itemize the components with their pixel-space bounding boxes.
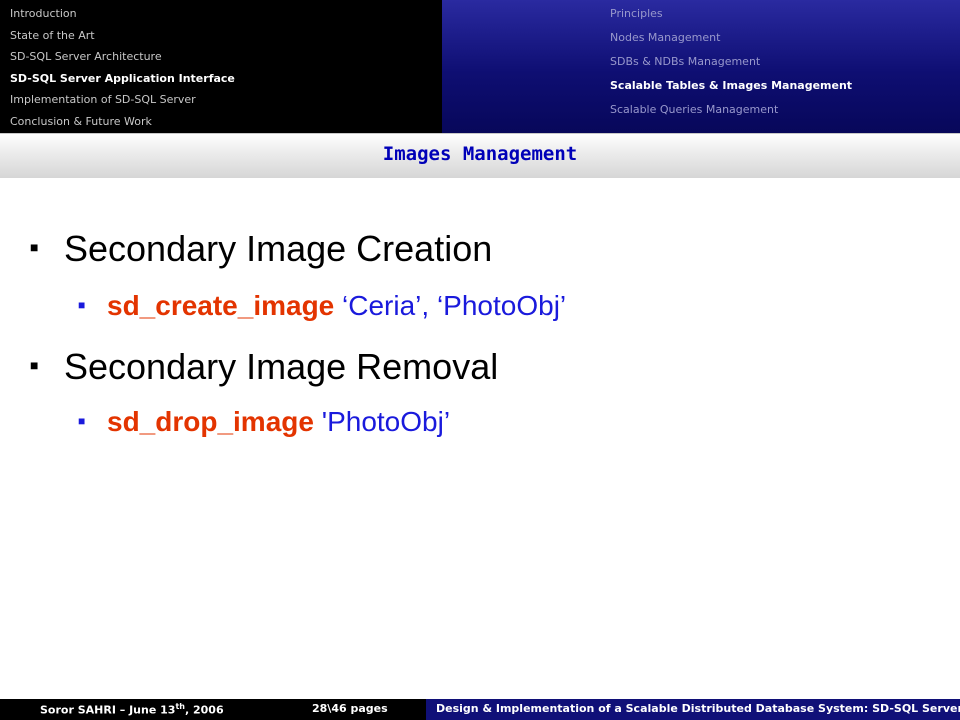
sub-bullet-drop-command: ■ sd_drop_image 'PhotoObj’ (78, 406, 450, 440)
sub-bullet-create-command: ■ sd_create_image ‘Ceria’, ‘PhotoObj’ (78, 290, 566, 324)
nav-item-architecture[interactable]: SD-SQL Server Architecture (10, 50, 162, 63)
sub-nav: Principles Nodes Management SDBs & NDBs … (442, 0, 960, 133)
bullet-text: Secondary Image Removal (64, 346, 499, 387)
subnav-item-scalable-tables-images[interactable]: Scalable Tables & Images Management (610, 79, 852, 92)
nav-item-application-interface[interactable]: SD-SQL Server Application Interface (10, 72, 235, 85)
command-name: sd_create_image (107, 290, 335, 321)
footer-title-band: Design & Implementation of a Scalable Di… (426, 699, 960, 720)
square-bullet-icon: ■ (30, 239, 39, 256)
square-bullet-icon: ■ (78, 413, 86, 428)
footer-page-count: 28\46 pages (312, 702, 388, 715)
main-nav: Introduction State of the Art SD-SQL Ser… (0, 0, 442, 133)
square-bullet-icon: ■ (30, 357, 39, 374)
bullet-text: Secondary Image Creation (64, 228, 493, 269)
subnav-item-sdbs-ndbs-management[interactable]: SDBs & NDBs Management (610, 55, 760, 68)
footer-author-date: Soror SAHRI – June 13th, 2006 (40, 702, 224, 717)
nav-item-implementation[interactable]: Implementation of SD-SQL Server (10, 93, 196, 106)
bullet-secondary-image-creation: ■ Secondary Image Creation (30, 229, 492, 271)
section-title-bar: Images Management (0, 133, 960, 178)
footer: Soror SAHRI – June 13th, 2006 28\46 page… (0, 699, 960, 720)
bullet-secondary-image-removal: ■ Secondary Image Removal (30, 347, 498, 389)
nav-item-state-of-the-art[interactable]: State of the Art (10, 29, 95, 42)
nav-item-introduction[interactable]: Introduction (10, 7, 77, 20)
subnav-item-nodes-management[interactable]: Nodes Management (610, 31, 720, 44)
command-args: ‘Ceria’, ‘PhotoObj’ (334, 290, 567, 321)
command-name: sd_drop_image (107, 406, 314, 437)
subnav-item-principles[interactable]: Principles (610, 7, 663, 20)
section-title: Images Management (382, 143, 578, 165)
command-args: 'PhotoObj’ (313, 406, 451, 437)
subnav-item-scalable-queries[interactable]: Scalable Queries Management (610, 103, 778, 116)
nav-item-conclusion[interactable]: Conclusion & Future Work (10, 115, 152, 128)
square-bullet-icon: ■ (78, 297, 86, 312)
footer-presentation-title: Design & Implementation of a Scalable Di… (436, 702, 960, 715)
